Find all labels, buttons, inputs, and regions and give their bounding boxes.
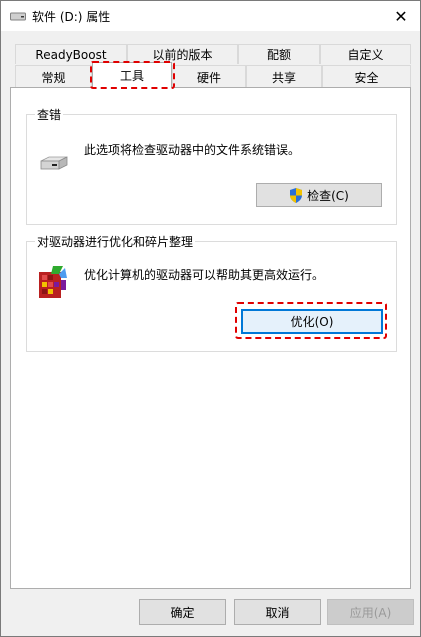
check-button[interactable]: 检查(C) <box>256 183 382 207</box>
tab-customize[interactable]: 自定义 <box>320 44 411 64</box>
properties-window: 软件 (D:) 属性 ✕ ReadyBoost 以前的版本 配额 自定义 常规 … <box>0 0 421 637</box>
optimize-group: 对驱动器进行优化和碎片整理 优化计算机的驱动器可以帮助其更高效运行。 优化(O) <box>26 233 397 352</box>
uac-shield-icon <box>290 187 303 203</box>
optimize-description: 优化计算机的驱动器可以帮助其更高效运行。 <box>84 268 325 282</box>
check-button-label: 检查(C) <box>307 188 349 203</box>
defrag-icon <box>39 266 67 298</box>
tab-general[interactable]: 常规 <box>15 65 92 88</box>
optimize-button[interactable]: 优化(O) <box>241 309 383 334</box>
optimize-button-label: 优化(O) <box>290 315 334 329</box>
apply-button-label: 应用(A) <box>349 605 392 620</box>
ok-button-label: 确定 <box>170 605 195 620</box>
close-button[interactable]: ✕ <box>382 1 420 31</box>
ok-button[interactable]: 确定 <box>139 599 226 625</box>
title-bar: 软件 (D:) 属性 ✕ <box>1 1 420 31</box>
tab-tools[interactable]: 工具 <box>92 62 172 88</box>
error-check-description: 此选项将检查驱动器中的文件系统错误。 <box>84 143 301 157</box>
hard-drive-icon <box>40 156 68 170</box>
tab-hardware[interactable]: 硬件 <box>172 65 246 88</box>
apply-button[interactable]: 应用(A) <box>327 599 414 625</box>
cancel-button[interactable]: 取消 <box>234 599 321 625</box>
tab-previous-versions[interactable]: 以前的版本 <box>127 44 238 64</box>
close-icon: ✕ <box>394 6 408 26</box>
tab-readyboost[interactable]: ReadyBoost <box>15 44 127 64</box>
window-title: 软件 (D:) 属性 <box>32 10 111 24</box>
error-check-group: 查错 此选项将检查驱动器中的文件系统错误。 检查(C) <box>26 106 397 225</box>
drive-icon <box>10 12 26 21</box>
cancel-button-label: 取消 <box>265 605 290 620</box>
tab-security[interactable]: 安全 <box>322 65 411 88</box>
tools-panel: 查错 此选项将检查驱动器中的文件系统错误。 检查(C) 对驱动器进行优化和碎片整… <box>10 87 411 589</box>
tab-quota[interactable]: 配额 <box>238 44 320 64</box>
optimize-title: 对驱动器进行优化和碎片整理 <box>35 233 196 250</box>
error-check-title: 查错 <box>35 106 64 123</box>
tab-sharing[interactable]: 共享 <box>246 65 322 88</box>
